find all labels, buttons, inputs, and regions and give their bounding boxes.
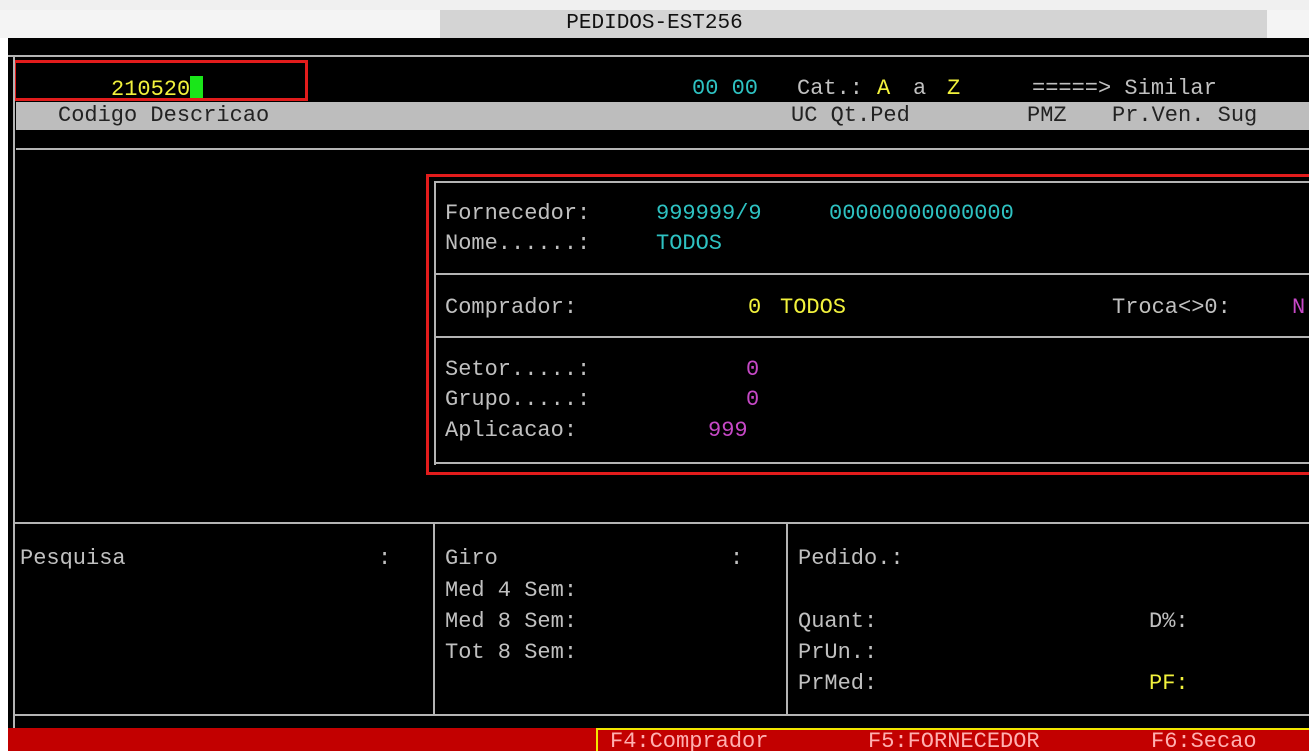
col-pr-ven-sug: Pr.Ven. Sug [1112, 103, 1258, 128]
function-key-box: F4:Comprador F5:FORNECEDOR F6:Secao [596, 728, 1309, 751]
bottom-panel-top-border [13, 522, 1309, 524]
giro-label: Giro [445, 546, 498, 571]
counters: 00 00 [692, 76, 759, 101]
pesquisa-label: Pesquisa [20, 546, 126, 571]
fornecedor-label: Fornecedor: [445, 201, 591, 226]
fornecedor-code[interactable]: 999999/9 [656, 201, 762, 227]
col-pmz: PMZ [1027, 103, 1067, 128]
prun-label: PrUn.: [798, 640, 878, 665]
cat-separator: a [913, 76, 927, 101]
bottom-divider-1 [433, 524, 435, 716]
left-frame-border [13, 55, 15, 728]
col-codigo-descricao: Codigo Descricao [58, 103, 270, 128]
f4-comprador-key[interactable]: F4:Comprador [610, 731, 768, 751]
cat-to[interactable]: Z [947, 76, 960, 102]
terminal-screen: Dia: 210520 00 00 Cat.: A a Z =====> Sim… [8, 38, 1309, 728]
col-uc-qt-ped: UC Qt.Ped [791, 103, 910, 128]
prmed-label: PrMed: [798, 671, 878, 696]
tot8-label: Tot 8 Sem: [445, 640, 578, 665]
pedido-label: Pedido.: [798, 546, 904, 571]
nome-value: TODOS [656, 231, 723, 256]
troca-value[interactable]: N [1292, 295, 1305, 321]
quant-label: Quant: [798, 609, 878, 634]
f5-fornecedor-key[interactable]: F5:FORNECEDOR [868, 731, 1040, 751]
comprador-label: Comprador: [445, 295, 578, 320]
f6-secao-key[interactable]: F6:Secao [1151, 731, 1257, 751]
med4-label: Med 4 Sem: [445, 578, 578, 603]
dialog-left-border [434, 181, 436, 465]
setor-label: Setor.....: [445, 357, 591, 382]
title-bar: PEDIDOS-EST256 [0, 0, 1309, 38]
troca-label: Troca<>0: [1112, 295, 1231, 320]
similar-indicator: =====> Similar [1032, 76, 1217, 101]
dia-highlight-box [13, 60, 308, 101]
dialog-divider-1 [434, 273, 1309, 275]
fornecedor-cnpj: 00000000000000 [829, 201, 1014, 226]
aplicacao-label: Aplicacao: [445, 418, 578, 443]
cat-label: Cat.: [797, 76, 864, 101]
dialog-top-border [434, 181, 1309, 183]
grupo-label: Grupo.....: [445, 387, 591, 412]
pf-label: PF: [1149, 671, 1189, 696]
dialog-divider-2 [434, 336, 1309, 338]
d-percent-label: D%: [1149, 609, 1189, 634]
nome-label: Nome......: [445, 231, 591, 256]
med8-label: Med 8 Sem: [445, 609, 578, 634]
setor-value[interactable]: 0 [746, 357, 759, 383]
top-border [8, 55, 1309, 57]
comprador-code[interactable]: 0 [748, 295, 761, 321]
bottom-panel-bottom-border [13, 714, 1309, 716]
column-header-bar: Codigo Descricao UC Qt.Ped PMZ Pr.Ven. S… [16, 102, 1309, 130]
bottom-divider-2 [786, 524, 788, 716]
aplicacao-value[interactable]: 999 [708, 418, 748, 444]
grupo-value[interactable]: 0 [746, 387, 759, 413]
header-bottom-border [16, 148, 1309, 150]
pesquisa-colon: : [378, 546, 392, 571]
window-title: PEDIDOS-EST256 [566, 12, 743, 35]
comprador-name: TODOS [780, 295, 847, 320]
dialog-bottom-border [434, 462, 1309, 464]
cat-from[interactable]: A [877, 76, 890, 102]
giro-colon: : [730, 546, 744, 571]
